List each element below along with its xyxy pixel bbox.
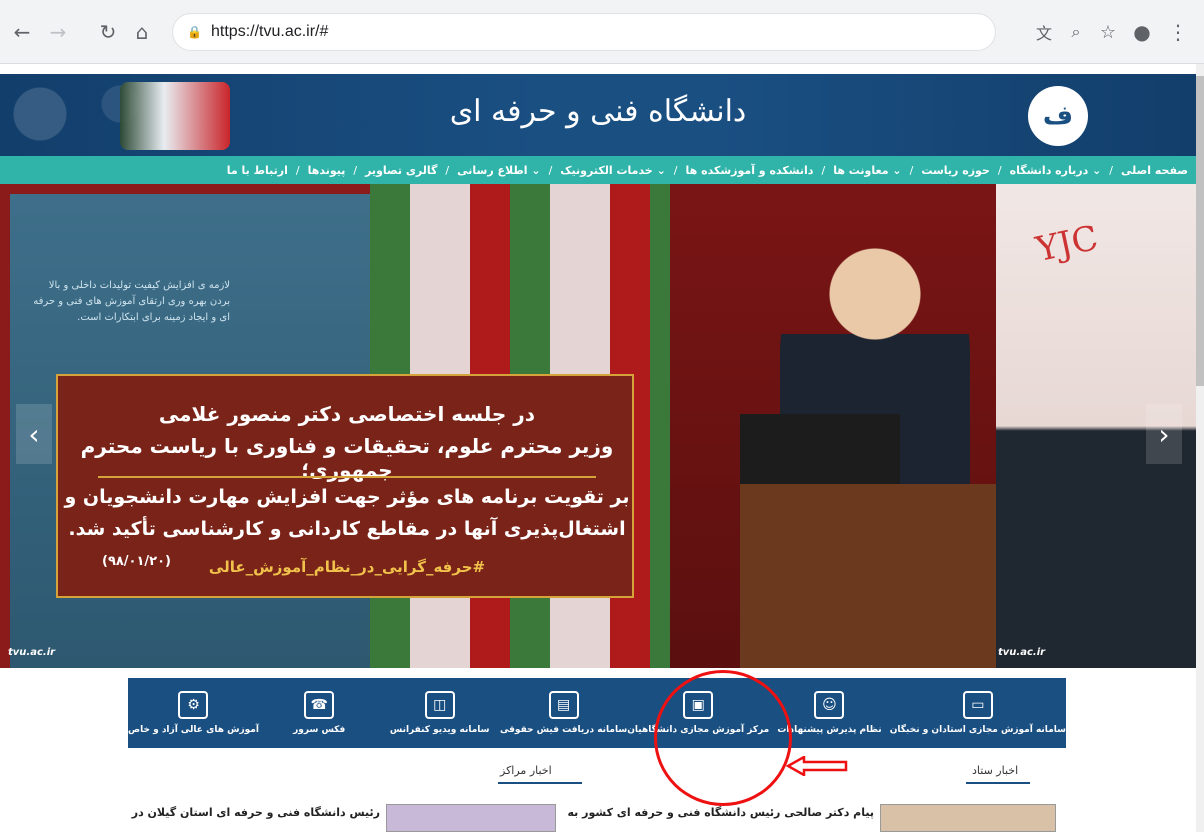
yjc-logo: YJC [1032, 217, 1102, 271]
menu-icon[interactable]: ⋮ [1164, 18, 1192, 46]
page-content: دانشگاه فنی و حرفه ای ف صفحه اصلی / دربا… [0, 64, 1196, 832]
gears-icon: ⚙ [178, 691, 209, 719]
service-fax-server[interactable]: ☎ فکس سرور [259, 678, 379, 748]
star-icon[interactable]: ☆ [1094, 18, 1122, 46]
caption-line-3: بر تقویت برنامه های مؤثر جهت افزایش مهار… [64, 486, 630, 508]
nav-item-deputies[interactable]: معاونت ها ⌄ [833, 164, 901, 177]
fax-icon: ☎ [304, 691, 335, 719]
tab-centers-news[interactable]: اخبار مراکز [500, 764, 552, 777]
news-thumbnail-2[interactable] [386, 804, 556, 832]
zoom-icon[interactable]: ⌕ [1062, 18, 1090, 46]
site-header: دانشگاه فنی و حرفه ای ف [0, 74, 1196, 156]
services-bar: ▭ سامانه آموزش مجازی استادان و نخبگان ☺ … [128, 678, 1066, 748]
caption-date: (۹۸/۰۱/۲۰) [102, 554, 171, 569]
service-video-conference[interactable]: ◫ سامانه ویدیو کنفرانس [379, 678, 499, 748]
news-headline-1[interactable]: پیام دکتر صالحی رئیس دانشگاه فنی و حرفه … [568, 806, 874, 819]
card-hand-icon: ▤ [548, 691, 579, 719]
reload-icon[interactable]: ↻ [94, 18, 122, 46]
translate-icon[interactable]: 文 [1030, 18, 1058, 46]
news-thumbnail[interactable] [880, 804, 1056, 832]
nav-item-home[interactable]: صفحه اصلی [1121, 164, 1188, 177]
laptop-photo [740, 414, 900, 484]
hero-slider[interactable]: لازمه ی افزایش کیفیت تولیدات داخلی و بال… [0, 184, 1196, 668]
nav-item-news[interactable]: اطلاع رسانی ⌄ [457, 164, 540, 177]
address-url: https://tvu.ac.ir/# [211, 23, 329, 40]
slider-prev-arrow[interactable]: ‹ [16, 404, 52, 464]
nav-item-gallery[interactable]: گالری تصاویر [365, 164, 437, 177]
back-icon[interactable]: ← [8, 18, 36, 46]
conference-icon: ◫ [424, 691, 455, 719]
slide-caption: در جلسه اختصاصی دکتر منصور غلامی وزیر مح… [56, 374, 634, 598]
service-label: نظام پذیرش پیشنهادات [777, 725, 882, 735]
slide-watermark-right: tvu.ac.ir [998, 647, 1046, 658]
service-label: آموزش های عالی آزاد و خاص [127, 725, 259, 735]
browser-toolbar: ← → ↻ ⌂ 🔒 https://tvu.ac.ir/# 文 ⌕ ☆ ● ⋮ [0, 0, 1204, 64]
caption-divider [98, 476, 596, 478]
account-icon[interactable]: ● [1128, 18, 1156, 46]
address-bar[interactable]: 🔒 https://tvu.ac.ir/# [172, 13, 996, 51]
university-logo[interactable]: ف [1028, 86, 1088, 146]
podium-photo [740, 484, 1000, 668]
nav-item-contact[interactable]: ارتباط با ما [227, 164, 288, 177]
service-label: سامانه ویدیو کنفرانس [389, 725, 490, 735]
tab-underline-hq [966, 782, 1030, 784]
nav-item-e-services[interactable]: خدمات الکترونیک ⌄ [560, 164, 666, 177]
site-title: دانشگاه فنی و حرفه ای [449, 94, 747, 129]
monitor-icon: ▭ [962, 691, 993, 719]
tab-underline-centers [498, 782, 582, 784]
service-free-education[interactable]: ⚙ آموزش های عالی آزاد و خاص [128, 678, 259, 748]
annotation-arrow-icon [786, 756, 848, 776]
caption-line-2: وزیر محترم علوم، تحقیقات و فناوری با ریا… [80, 434, 614, 482]
home-icon[interactable]: ⌂ [128, 18, 156, 46]
service-virtual-teachers[interactable]: ▭ سامانه آموزش مجازی استادان و نخبگان [890, 678, 1066, 748]
nav-item-presidency[interactable]: حوزه ریاست [921, 164, 990, 177]
slide-watermark: tvu.ac.ir [8, 647, 56, 658]
caption-line-4: اشتغال‌پذیری آنها در مقاطع کاردانی و کار… [68, 518, 626, 540]
tab-hq-news[interactable]: اخبار ستاد [972, 764, 1018, 777]
banner-quote: لازمه ی افزایش کیفیت تولیدات داخلی و بال… [33, 280, 230, 323]
service-label: سامانه آموزش مجازی استادان و نخبگان [889, 725, 1066, 735]
lock-icon: 🔒 [187, 25, 202, 39]
service-label: سامانه دریافت فیش حقوقی [499, 725, 628, 735]
people-icon: ☺ [814, 691, 845, 719]
highlight-circle [654, 670, 792, 806]
service-payslip[interactable]: ▤ سامانه دریافت فیش حقوقی [500, 678, 627, 748]
scrollbar-thumb[interactable] [1196, 76, 1204, 386]
nav-item-faculties[interactable]: دانشکده و آموزشکده ها [686, 164, 814, 177]
nav-item-about[interactable]: درباره دانشگاه ⌄ [1010, 164, 1102, 177]
forward-icon[interactable]: → [44, 18, 72, 46]
news-headline-2[interactable]: رئیس دانشگاه فنی و حرفه ای استان گیلان د… [132, 806, 380, 819]
service-label: فکس سرور [293, 725, 346, 735]
caption-line-1: در جلسه اختصاصی دکتر منصور غلامی [158, 402, 536, 426]
nav-item-links[interactable]: پیوندها [308, 164, 346, 177]
main-nav: صفحه اصلی / درباره دانشگاه ⌄ / حوزه ریاس… [0, 156, 1196, 184]
slider-next-arrow[interactable]: › [1146, 404, 1182, 464]
